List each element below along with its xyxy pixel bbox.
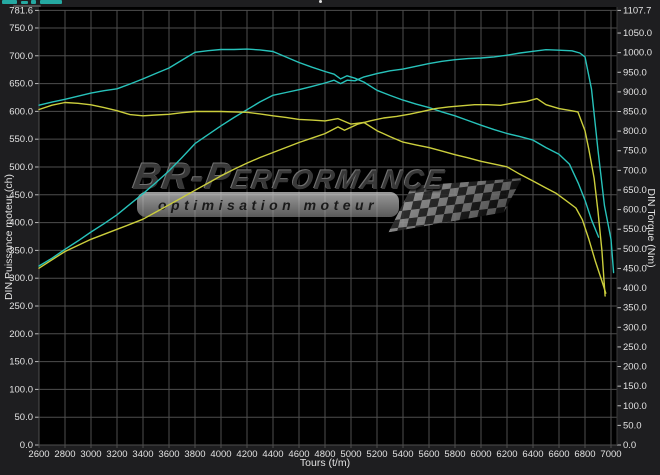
torque-tuned-curve: [39, 49, 599, 237]
x-axis-label: Tours (t/m): [300, 457, 350, 469]
chart-curves-layer: [0, 0, 660, 475]
legend-fragment-piece: [40, 0, 62, 4]
power-tuned-curve: [39, 50, 614, 273]
legend-fragment-piece: [21, 1, 28, 4]
legend-fragment-piece: [2, 0, 17, 4]
legend-fragment-piece: [13, 5, 41, 7]
legend-fragment-piece: [31, 0, 36, 4]
power-stock-curve: [39, 99, 605, 296]
truncated-title-dot: [319, 0, 322, 3]
dyno-chart-figure: 0.050.0100.0150.0200.0250.0300.0350.0400…: [0, 0, 660, 475]
y-axis-label-right: DIN Torque (Nm): [645, 188, 657, 267]
torque-stock-curve: [39, 103, 606, 294]
y-axis-label-left: DIN Puissance moteur (ch): [3, 174, 15, 300]
